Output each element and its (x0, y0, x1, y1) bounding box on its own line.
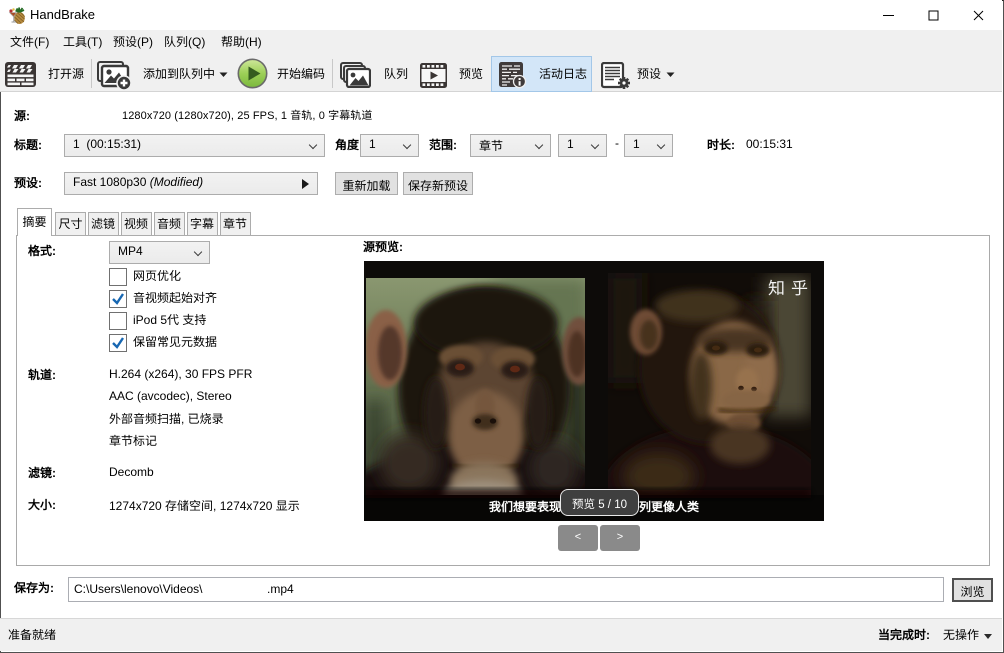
svg-text:列更像人类: 列更像人类 (639, 500, 700, 514)
svg-text:知乎: 知乎 (768, 279, 814, 298)
